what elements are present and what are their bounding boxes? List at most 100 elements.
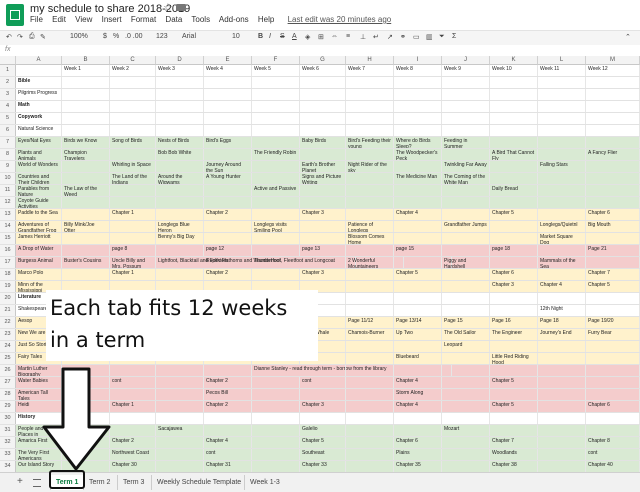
row-number[interactable]: 7 — [0, 137, 16, 148]
cell-l23[interactable]: Journey's End — [538, 329, 586, 340]
cell-j14[interactable]: Grandfather Jumps — [442, 221, 490, 232]
tab-weekly-schedule-template[interactable]: Weekly Schedule Template — [151, 475, 246, 490]
chart-icon[interactable]: ▥ — [426, 33, 433, 41]
cell-j11[interactable] — [442, 185, 490, 196]
cell-h27[interactable] — [346, 377, 394, 388]
cell-c14[interactable] — [110, 221, 156, 232]
cell-l6[interactable] — [538, 125, 586, 136]
cell-h2[interactable] — [346, 77, 394, 88]
cell-d12[interactable] — [156, 197, 204, 208]
cell-e12[interactable] — [204, 197, 252, 208]
column-header-j[interactable]: J — [442, 56, 490, 65]
cell-c7[interactable]: Song of Birds — [110, 137, 156, 148]
align-icon[interactable]: ≡ — [346, 33, 350, 40]
cell-f29[interactable] — [252, 401, 300, 412]
row-number[interactable]: 21 — [0, 305, 16, 316]
cell-m20[interactable] — [586, 293, 640, 304]
function-icon[interactable]: Σ — [452, 33, 456, 40]
cell-g30[interactable] — [300, 413, 346, 424]
cell-f33[interactable] — [252, 449, 300, 460]
cell-i31[interactable] — [394, 425, 442, 436]
cell-a1[interactable] — [16, 65, 62, 76]
cell-h19[interactable] — [346, 281, 394, 292]
column-header-f[interactable]: F — [252, 56, 300, 65]
tab-week-1-3[interactable]: Week 1-3 — [244, 475, 285, 490]
cell-i12[interactable] — [394, 197, 442, 208]
cell-h23[interactable]: Chamois-Burner — [346, 329, 394, 340]
cell-i17[interactable] — [394, 257, 442, 268]
cell-j24[interactable]: Leopard — [442, 341, 490, 352]
row-number[interactable]: 26 — [0, 365, 16, 376]
row-number[interactable]: 8 — [0, 149, 16, 160]
cell-k15[interactable] — [490, 233, 538, 244]
cell-c8[interactable] — [110, 149, 156, 160]
cell-j33[interactable] — [442, 449, 490, 460]
cell-b9[interactable] — [62, 161, 110, 172]
cell-b15[interactable] — [62, 233, 110, 244]
cell-l28[interactable] — [538, 389, 586, 400]
cell-d15[interactable]: Benny's Big Day — [156, 233, 204, 244]
cell-a3[interactable]: Pilgrims Progress — [16, 89, 62, 100]
menu-tools[interactable]: Tools — [191, 15, 210, 24]
strikethrough-icon[interactable]: S — [280, 33, 285, 40]
cell-e11[interactable] — [204, 185, 252, 196]
cell-d30[interactable] — [156, 413, 204, 424]
row-number[interactable]: 20 — [0, 293, 16, 304]
cell-m15[interactable] — [586, 233, 640, 244]
cell-i29[interactable]: Chapter 4 — [394, 401, 442, 412]
cell-l11[interactable] — [538, 185, 586, 196]
cell-m5[interactable] — [586, 113, 640, 124]
cell-j16[interactable] — [442, 245, 490, 256]
cell-a10[interactable]: Countries and Their Children — [16, 173, 62, 184]
cell-j31[interactable]: Mozart — [442, 425, 490, 436]
cell-k2[interactable] — [490, 77, 538, 88]
cell-c6[interactable] — [110, 125, 156, 136]
cell-k16[interactable]: page 18 — [490, 245, 538, 256]
cell-l3[interactable] — [538, 89, 586, 100]
cell-k28[interactable] — [490, 389, 538, 400]
cell-f14[interactable]: Longlegs visits Smiling Pool — [252, 221, 300, 232]
cell-j3[interactable] — [442, 89, 490, 100]
menu-data[interactable]: Data — [165, 15, 182, 24]
cell-j12[interactable] — [442, 197, 490, 208]
row-number[interactable]: 10 — [0, 173, 16, 184]
cell-i1[interactable]: Week 8 — [394, 65, 442, 76]
cell-e3[interactable] — [204, 89, 252, 100]
cell-j34[interactable] — [442, 461, 490, 472]
wrap-icon[interactable]: ↵ — [373, 33, 379, 41]
cell-m17[interactable] — [586, 257, 640, 268]
cell-m29[interactable]: Chapter 6 — [586, 401, 640, 412]
menu-help[interactable]: Help — [258, 15, 274, 24]
cell-a5[interactable]: Copywork — [16, 113, 62, 124]
cell-l2[interactable] — [538, 77, 586, 88]
cell-g18[interactable]: Chapter 3 — [300, 269, 346, 280]
cell-b17[interactable]: Buster's Cousins — [62, 257, 110, 268]
cell-l19[interactable]: Chapter 4 — [538, 281, 586, 292]
cell-k18[interactable]: Chapter 6 — [490, 269, 538, 280]
cell-c15[interactable] — [110, 233, 156, 244]
cell-d11[interactable] — [156, 185, 204, 196]
cell-l25[interactable] — [538, 353, 586, 364]
cell-c2[interactable] — [110, 77, 156, 88]
cell-c17[interactable]: Uncle Billy and Mrs. Possum — [110, 257, 156, 268]
cell-f1[interactable]: Week 5 — [252, 65, 300, 76]
cell-j19[interactable] — [442, 281, 490, 292]
cell-k22[interactable]: Page 16 — [490, 317, 538, 328]
cell-c33[interactable]: Northwest Coast — [110, 449, 156, 460]
cell-d4[interactable] — [156, 101, 204, 112]
cell-c12[interactable] — [110, 197, 156, 208]
cell-d2[interactable] — [156, 77, 204, 88]
cell-j2[interactable] — [442, 77, 490, 88]
cell-f32[interactable] — [252, 437, 300, 448]
cell-d14[interactable]: Longlegs Blue Heron — [156, 221, 204, 232]
cell-k25[interactable]: Little Red Riding Hood — [490, 353, 538, 364]
cell-f8[interactable]: The Friendly Robin — [252, 149, 300, 160]
cell-i27[interactable]: Chapter 4 — [394, 377, 442, 388]
link-icon[interactable]: ⚭ — [400, 33, 406, 41]
cell-j23[interactable]: The Old Sailor — [442, 329, 490, 340]
cell-k10[interactable] — [490, 173, 538, 184]
cell-h32[interactable] — [346, 437, 394, 448]
cell-m14[interactable]: Big Mouth — [586, 221, 640, 232]
cell-a4[interactable]: Math — [16, 101, 62, 112]
row-number[interactable]: 24 — [0, 341, 16, 352]
